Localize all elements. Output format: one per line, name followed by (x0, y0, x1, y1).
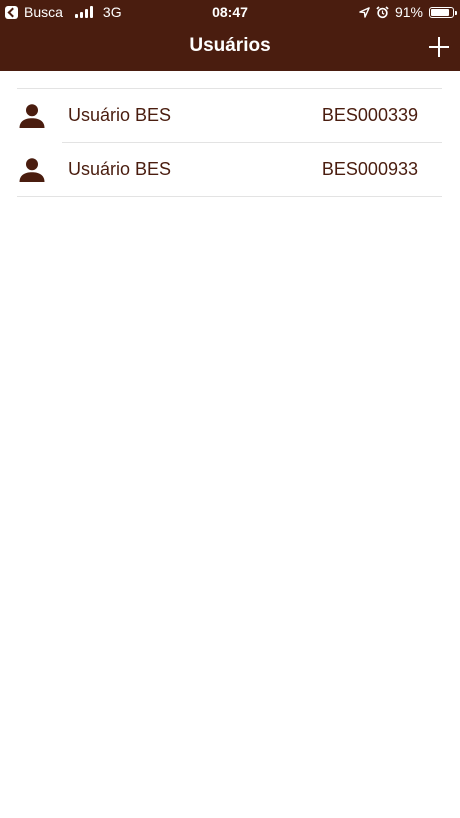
user-list: Usuário BES BES000339 Usuário BES BES000… (17, 88, 442, 197)
battery-icon (429, 6, 457, 18)
add-user-button[interactable] (428, 36, 450, 58)
status-bar: Busca 3G 08:47 91% (0, 0, 460, 24)
alarm-icon (376, 5, 389, 19)
list-item[interactable]: Usuário BES BES000933 (17, 143, 442, 197)
person-icon (19, 158, 45, 182)
page-title: Usuários (189, 35, 271, 56)
header: Busca 3G 08:47 91% Usuários (0, 0, 460, 71)
person-icon (19, 104, 45, 128)
user-code: BES000339 (321, 105, 418, 125)
user-name: Usuário BES (68, 105, 172, 125)
user-code: BES000933 (321, 159, 418, 179)
list-item[interactable]: Usuário BES BES000339 (17, 89, 442, 143)
status-right: 91% (359, 4, 457, 20)
location-icon (359, 6, 370, 18)
user-name: Usuário BES (68, 159, 172, 179)
battery-percentage: 91% (394, 4, 423, 20)
